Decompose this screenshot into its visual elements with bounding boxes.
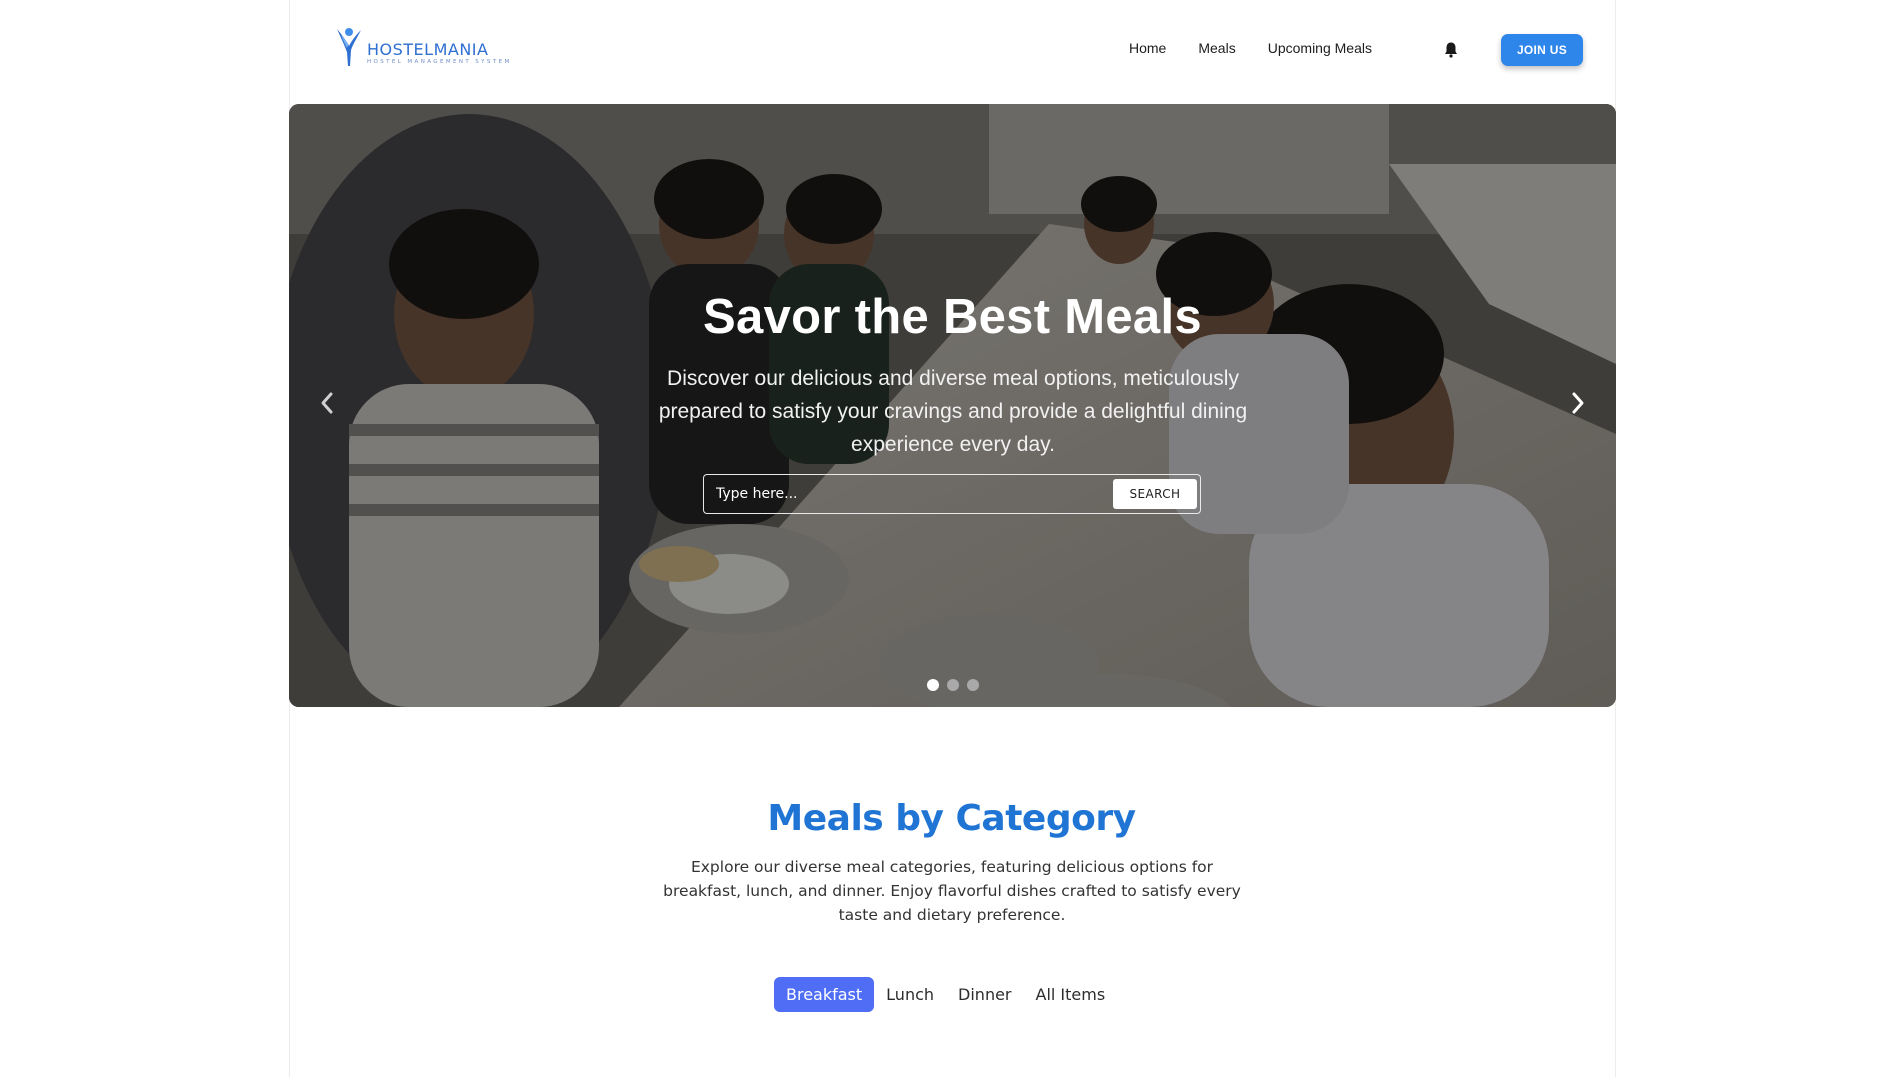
tab-breakfast[interactable]: Breakfast xyxy=(774,977,875,1012)
navbar: HOSTELMANIA HOSTEL MANAGEMENT SYSTEM Hom… xyxy=(289,0,1616,104)
carousel-prev-button[interactable] xyxy=(310,386,344,420)
join-us-button[interactable]: JOIN US xyxy=(1501,34,1583,66)
nav-link-meals[interactable]: Meals xyxy=(1198,40,1235,56)
carousel-pagination xyxy=(289,679,1616,691)
search-input[interactable] xyxy=(704,475,1113,513)
logo-title: HOSTELMANIA xyxy=(367,40,489,59)
hero-carousel: Savor the Best Meals Discover our delici… xyxy=(289,104,1616,707)
carousel-next-button[interactable] xyxy=(1561,386,1595,420)
tab-all-items[interactable]: All Items xyxy=(1024,977,1118,1012)
carousel-dot-1[interactable] xyxy=(926,679,939,691)
carousel-dot-2[interactable] xyxy=(946,679,959,691)
section-description: Explore our diverse meal categories, fea… xyxy=(663,858,1241,924)
chevron-left-icon xyxy=(321,392,333,414)
chevron-right-icon xyxy=(1572,392,1584,414)
hero-subtitle: Discover our delicious and diverse meal … xyxy=(658,367,1248,456)
section-title: Meals by Category xyxy=(767,798,1136,839)
search-button[interactable]: SEARCH xyxy=(1113,479,1197,509)
logo-tagline: HOSTEL MANAGEMENT SYSTEM xyxy=(367,59,512,65)
tab-lunch[interactable]: Lunch xyxy=(874,977,946,1012)
logo-mark-icon xyxy=(337,28,361,66)
hero-search: SEARCH xyxy=(703,474,1201,514)
hero-title: Savor the Best Meals xyxy=(703,290,1202,344)
nav-links: Home Meals Upcoming Meals xyxy=(1129,40,1404,56)
nav-link-home[interactable]: Home xyxy=(1129,40,1166,56)
carousel-dot-3[interactable] xyxy=(966,679,979,691)
logo[interactable]: HOSTELMANIA HOSTEL MANAGEMENT SYSTEM xyxy=(335,26,512,70)
category-tabs: Breakfast Lunch Dinner All Items xyxy=(774,977,1117,1012)
bell-icon[interactable] xyxy=(1443,41,1459,59)
tab-dinner[interactable]: Dinner xyxy=(946,977,1023,1012)
nav-link-upcoming-meals[interactable]: Upcoming Meals xyxy=(1268,40,1372,56)
